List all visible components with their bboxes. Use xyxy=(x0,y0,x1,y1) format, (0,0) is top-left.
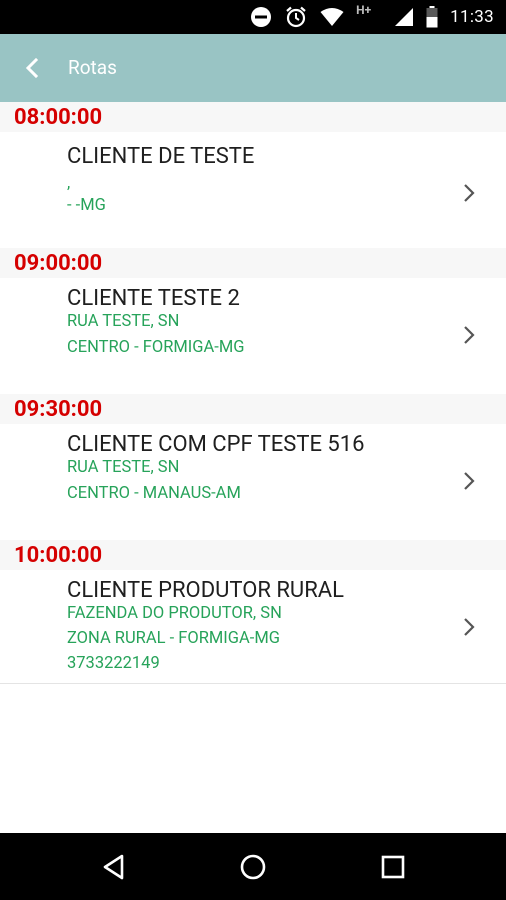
time-header: 08:00:00 xyxy=(0,102,506,132)
chevron-right-icon xyxy=(464,326,475,344)
alarm-icon xyxy=(286,6,306,28)
address-line1: , xyxy=(67,174,71,193)
time-header: 09:00:00 xyxy=(0,248,506,278)
network-type-label: H+ xyxy=(356,3,372,17)
address-line2: - -MG xyxy=(67,196,106,215)
route-list: 08:00:00 CLIENTE DE TESTE , - -MG 09:00:… xyxy=(0,102,506,684)
status-bar: H+ 11:33 xyxy=(0,0,506,34)
route-item[interactable]: CLIENTE COM CPF TESTE 516 RUA TESTE, SN … xyxy=(0,424,506,540)
battery-icon xyxy=(426,6,438,28)
phone-number: 3733222149 xyxy=(67,654,160,673)
time-header: 10:00:00 xyxy=(0,540,506,570)
app-bar: Rotas xyxy=(0,34,506,102)
signal-icon xyxy=(395,8,414,26)
address-line2: ZONA RURAL - FORMIGA-MG xyxy=(67,629,280,648)
address-line1: RUA TESTE, SN xyxy=(67,312,180,331)
chevron-right-icon xyxy=(464,618,475,636)
client-name: CLIENTE PRODUTOR RURAL xyxy=(67,578,344,603)
recents-square-icon[interactable] xyxy=(378,852,408,882)
address-line2: CENTRO - MANAUS-AM xyxy=(67,484,241,503)
wifi-icon xyxy=(320,8,344,26)
chevron-right-icon xyxy=(464,472,475,490)
client-name: CLIENTE TESTE 2 xyxy=(67,286,240,311)
address-line2: CENTRO - FORMIGA-MG xyxy=(67,338,245,357)
route-item[interactable]: CLIENTE TESTE 2 RUA TESTE, SN CENTRO - F… xyxy=(0,278,506,394)
back-button[interactable] xyxy=(14,50,50,86)
client-name: CLIENTE DE TESTE xyxy=(67,144,255,169)
page-title: Rotas xyxy=(68,56,117,79)
time-header: 09:30:00 xyxy=(0,394,506,424)
route-item[interactable]: CLIENTE PRODUTOR RURAL FAZENDA DO PRODUT… xyxy=(0,570,506,683)
network-hplus-icon: H+ xyxy=(356,3,382,29)
status-icons: H+ 11:33 xyxy=(238,0,494,34)
list-divider xyxy=(0,683,506,684)
route-item[interactable]: CLIENTE DE TESTE , - -MG xyxy=(0,132,506,248)
chevron-right-icon xyxy=(464,184,475,202)
home-circle-icon[interactable] xyxy=(238,852,268,882)
status-time: 11:33 xyxy=(450,7,494,27)
address-line1: FAZENDA DO PRODUTOR, SN xyxy=(67,604,282,623)
navigation-bar xyxy=(0,833,506,900)
back-arrow-icon xyxy=(25,58,39,78)
do-not-disturb-icon xyxy=(251,7,272,27)
client-name: CLIENTE COM CPF TESTE 516 xyxy=(67,432,365,457)
address-line1: RUA TESTE, SN xyxy=(67,458,180,477)
back-triangle-icon[interactable] xyxy=(99,852,129,882)
